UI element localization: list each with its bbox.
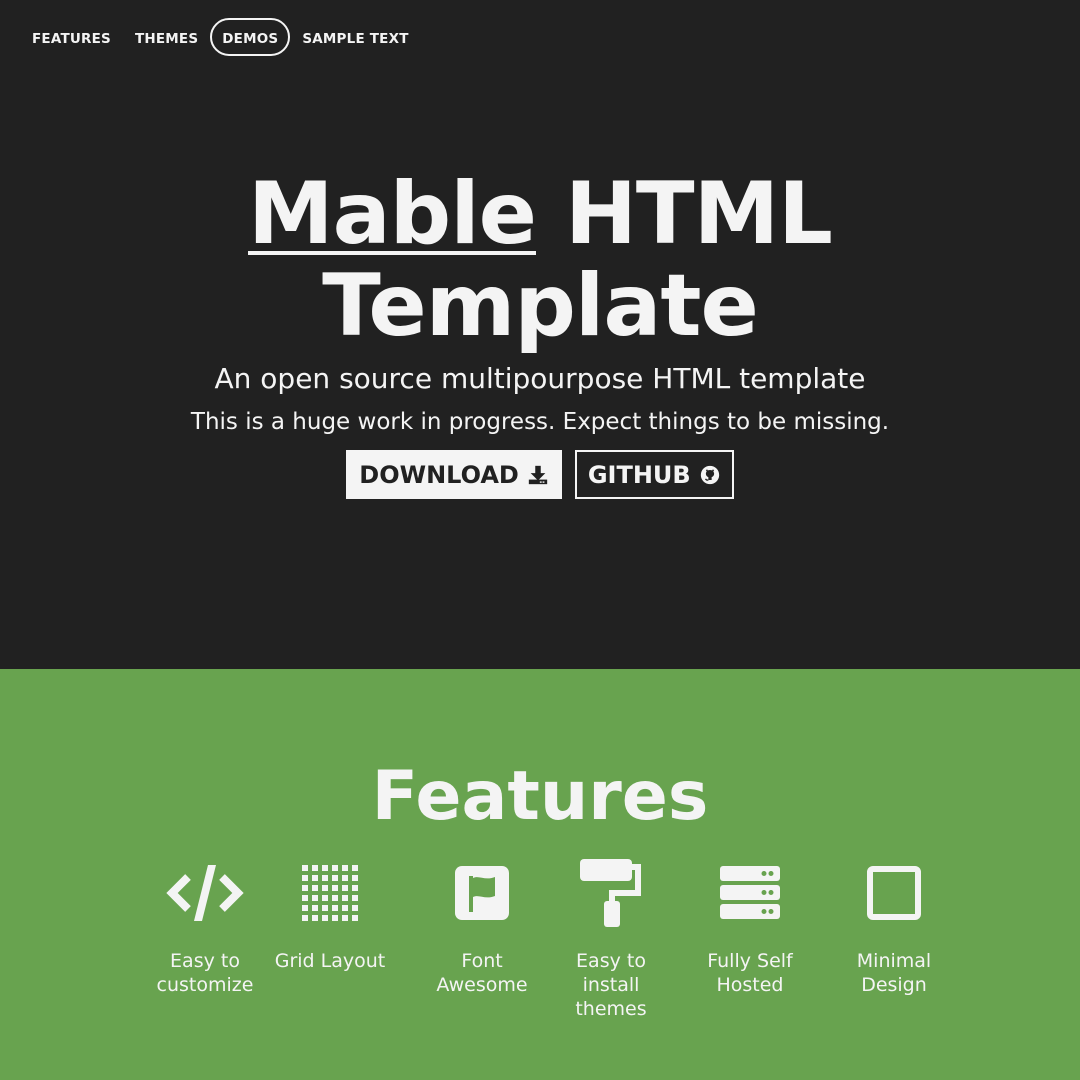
- feature-label: Minimal Design: [856, 950, 932, 996]
- nav-themes[interactable]: THEMES: [123, 18, 210, 56]
- github-icon: [700, 465, 719, 484]
- feature-label: Easy to customize: [156, 950, 254, 996]
- hero-buttons: DOWNLOAD GITHUB: [0, 450, 1080, 499]
- page-title: Mable HTML Template: [0, 168, 1080, 352]
- download-icon: [528, 465, 548, 484]
- features-title: Features: [371, 757, 709, 836]
- nav-features[interactable]: FEATURES: [20, 18, 123, 56]
- feature-install-themes: Easy to install themes: [551, 859, 671, 1021]
- title-rest: HTML: [536, 164, 833, 264]
- hero-subtitle: An open source multipourpose HTML templa…: [214, 362, 866, 395]
- feature-label: Easy to install themes: [575, 950, 647, 1020]
- feature-easy-to-customize: Easy to customize: [145, 861, 265, 997]
- feature-grid-layout: Grid Layout: [270, 861, 390, 973]
- hero-section: FEATURES THEMES DEMOS SAMPLE TEXT Mable …: [0, 0, 1080, 669]
- title-line2: Template: [322, 256, 759, 356]
- feature-font-awesome: Font Awesome: [422, 861, 542, 997]
- download-label: DOWNLOAD: [359, 460, 519, 489]
- feature-label: Fully Self Hosted: [707, 950, 793, 996]
- feature-self-hosted: Fully Self Hosted: [690, 861, 810, 997]
- github-button[interactable]: GITHUB: [574, 450, 734, 499]
- nav-sample-text[interactable]: SAMPLE TEXT: [290, 18, 420, 56]
- flag-icon: [455, 866, 509, 920]
- features-section: Features Easy to customize Grid Layout F…: [0, 669, 1080, 1080]
- code-icon: [166, 865, 244, 921]
- paint-roller-icon: [580, 859, 641, 927]
- square-icon: [867, 866, 921, 920]
- hero-note: This is a huge work in progress. Expect …: [190, 409, 890, 435]
- grid-icon: [302, 865, 358, 921]
- github-label: GITHUB: [587, 460, 691, 489]
- feature-label: Grid Layout: [274, 950, 386, 972]
- download-button[interactable]: DOWNLOAD: [346, 450, 562, 499]
- title-link[interactable]: Mable: [248, 164, 537, 264]
- feature-label: Font Awesome: [436, 950, 528, 996]
- top-nav: FEATURES THEMES DEMOS SAMPLE TEXT: [20, 18, 421, 56]
- feature-minimal-design: Minimal Design: [834, 861, 954, 997]
- server-icon: [720, 866, 780, 919]
- nav-demos[interactable]: DEMOS: [210, 18, 291, 56]
